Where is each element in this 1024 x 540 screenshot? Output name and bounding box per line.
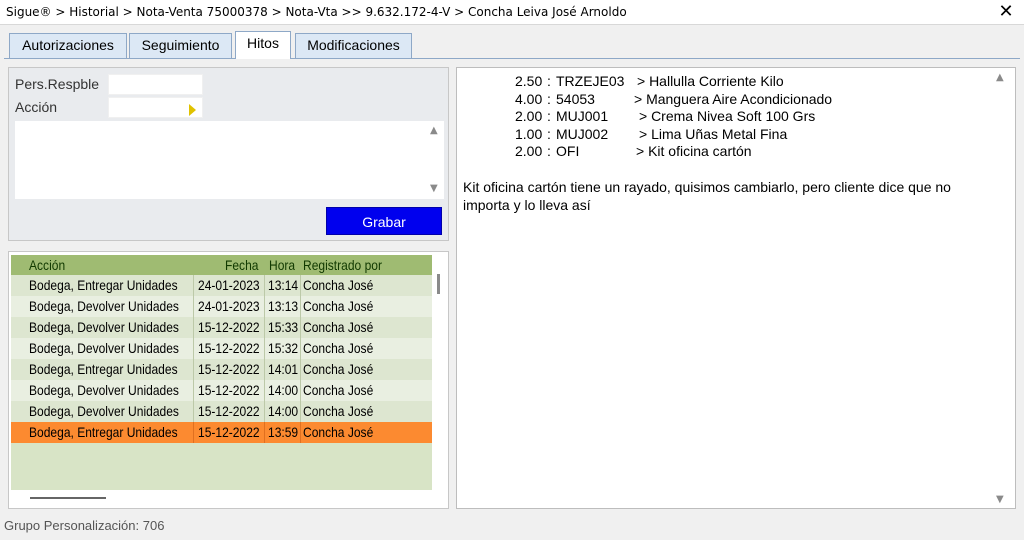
cell-hora: 13:14 <box>268 277 299 293</box>
pers-respble-input[interactable] <box>108 74 203 95</box>
window-title: Sigue® > Historial > Nota-Venta 75000378… <box>6 5 627 19</box>
detail-item-qty: 4.00 <box>515 91 543 107</box>
cell-registrado: Concha José <box>303 424 374 440</box>
cell-fecha: 15-12-2022 <box>198 340 260 356</box>
cell-accion: Bodega, Devolver Unidades <box>29 319 179 335</box>
col-header-registrado[interactable]: Registrado por <box>303 257 382 273</box>
col-header-fecha[interactable]: Fecha <box>225 257 258 273</box>
cell-accion: Bodega, Devolver Unidades <box>29 298 179 314</box>
tab-modificaciones[interactable]: Modificaciones <box>295 33 412 58</box>
table-row[interactable]: Bodega, Entregar Unidades 15-12-2022 14:… <box>11 359 432 380</box>
tab-hitos[interactable]: Hitos <box>235 31 291 59</box>
title-bar: Sigue® > Historial > Nota-Venta 75000378… <box>0 0 1024 25</box>
cell-accion: Bodega, Devolver Unidades <box>29 340 179 356</box>
detail-item-code: MUJ002 <box>556 126 609 142</box>
tab-seguimiento[interactable]: Seguimiento <box>129 33 232 58</box>
cell-fecha: 15-12-2022 <box>198 361 260 377</box>
col-header-hora[interactable]: Hora <box>269 257 295 273</box>
notes-textarea[interactable] <box>15 121 444 199</box>
detail-item-qty: 2.00 <box>515 143 543 159</box>
detail-item-qty: 1.00 <box>515 126 543 142</box>
col-header-accion[interactable]: Acción <box>29 257 65 273</box>
cell-registrado: Concha José <box>303 319 374 335</box>
cell-fecha: 15-12-2022 <box>198 319 260 335</box>
cell-registrado: Concha José <box>303 403 374 419</box>
table-row[interactable]: Bodega, Devolver Unidades 15-12-2022 15:… <box>11 317 432 338</box>
detail-item-sep: : <box>547 91 551 107</box>
detail-item-desc: > Crema Nivea Soft 100 Grs <box>639 108 816 124</box>
table-row[interactable]: Bodega, Devolver Unidades 24-01-2023 13:… <box>11 296 432 317</box>
cell-hora: 14:00 <box>268 382 299 398</box>
notes-scroll-up-icon[interactable]: ▲ <box>430 125 438 136</box>
cell-accion: Bodega, Devolver Unidades <box>29 403 179 419</box>
detail-item-sep: : <box>547 73 551 89</box>
cell-accion: Bodega, Entregar Unidades <box>29 424 178 440</box>
cell-registrado: Concha José <box>303 277 374 293</box>
cell-registrado: Concha José <box>303 382 374 398</box>
cell-hora: 15:32 <box>268 340 299 356</box>
cell-fecha: 15-12-2022 <box>198 382 260 398</box>
grid-vertical-scrollbar[interactable] <box>437 274 440 294</box>
detail-item-sep: : <box>547 126 551 142</box>
cell-fecha: 15-12-2022 <box>198 403 260 419</box>
table-row-selected[interactable]: Bodega, Entregar Unidades 15-12-2022 13:… <box>11 422 432 443</box>
detail-comment-line-1: Kit oficina cartón tiene un rayado, quis… <box>463 179 951 195</box>
table-row[interactable]: Bodega, Devolver Unidades 15-12-2022 14:… <box>11 380 432 401</box>
cell-hora: 15:33 <box>268 319 299 335</box>
table-row[interactable]: Bodega, Devolver Unidades 15-12-2022 14:… <box>11 401 432 422</box>
grid-horizontal-scrollbar[interactable] <box>30 497 106 499</box>
cell-accion: Bodega, Entregar Unidades <box>29 277 178 293</box>
cell-hora: 14:00 <box>268 403 299 419</box>
cell-fecha: 24-01-2023 <box>198 298 260 314</box>
detail-item-qty: 2.50 <box>515 73 543 89</box>
detail-scroll-down-icon[interactable]: ▼ <box>996 494 1004 505</box>
accion-label: Acción <box>15 99 58 115</box>
table-row[interactable]: Bodega, Entregar Unidades 24-01-2023 13:… <box>11 275 432 296</box>
status-bar-text: Grupo Personalización: 706 <box>4 518 165 533</box>
detail-item-desc: > Hallulla Corriente Kilo <box>637 73 784 89</box>
notes-scroll-down-icon[interactable]: ▼ <box>430 183 438 194</box>
cell-registrado: Concha José <box>303 340 374 356</box>
detail-item-code: OFI <box>556 143 580 159</box>
detail-item-desc: > Lima Uñas Metal Fina <box>639 126 788 142</box>
detail-item-desc: > Kit oficina cartón <box>636 143 752 159</box>
table-row[interactable]: Bodega, Devolver Unidades 15-12-2022 15:… <box>11 338 432 359</box>
cell-hora: 13:13 <box>268 298 299 314</box>
cell-accion: Bodega, Devolver Unidades <box>29 382 179 398</box>
cell-accion: Bodega, Entregar Unidades <box>29 361 178 377</box>
detail-item-code: MUJ001 <box>556 108 609 124</box>
detail-comment-line-2: importa y lo lleva así <box>463 197 591 213</box>
cell-fecha: 24-01-2023 <box>198 277 260 293</box>
pers-respble-label: Pers.Respble <box>15 76 100 92</box>
cell-hora: 14:01 <box>268 361 299 377</box>
detail-item-sep: : <box>547 108 551 124</box>
detail-item-code: 54053 <box>556 91 595 107</box>
cell-registrado: Concha José <box>303 298 374 314</box>
detail-item-sep: : <box>547 143 551 159</box>
cell-hora: 13:59 <box>268 424 299 440</box>
close-icon[interactable]: ✕ <box>992 1 1020 23</box>
detail-item-desc: > Manguera Aire Acondicionado <box>634 91 833 107</box>
tab-strip-border <box>4 58 1020 59</box>
detail-scroll-up-icon[interactable]: ▲ <box>996 72 1004 83</box>
grabar-button[interactable]: Grabar <box>326 207 442 235</box>
detail-item-qty: 2.00 <box>515 108 543 124</box>
accion-dropdown-arrow-icon[interactable] <box>189 104 196 116</box>
cell-fecha: 15-12-2022 <box>198 424 260 440</box>
grid-header: Acción Fecha Hora Registrado por <box>11 255 432 275</box>
detail-item-code: TRZEJE03 <box>556 73 625 89</box>
cell-registrado: Concha José <box>303 361 374 377</box>
tab-autorizaciones[interactable]: Autorizaciones <box>9 33 127 58</box>
